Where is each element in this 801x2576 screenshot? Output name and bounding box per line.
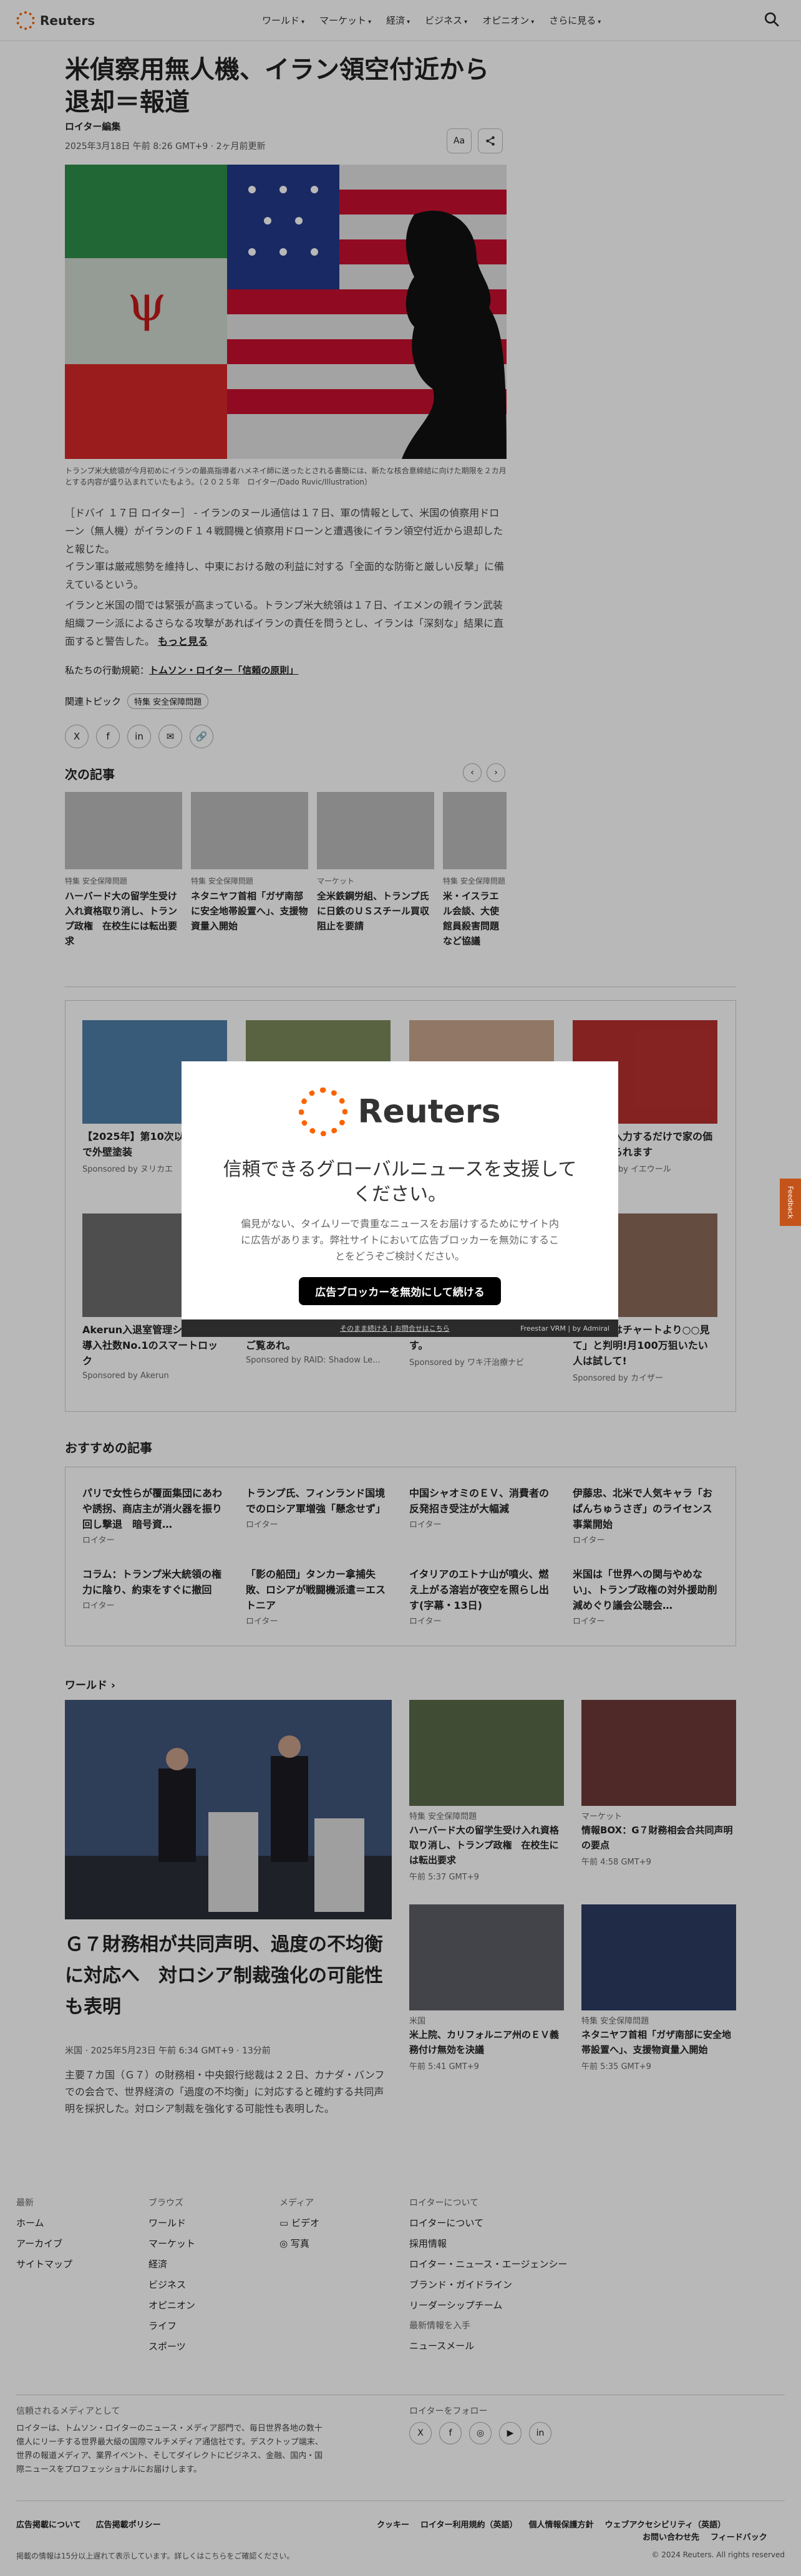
modal-footer: そのまま続ける | お問合せはこちら Freestar VRM | by Admi… bbox=[182, 1319, 618, 1337]
logo-icon bbox=[299, 1088, 348, 1136]
feedback-tab[interactable]: Feedback bbox=[780, 1179, 801, 1226]
continue-link[interactable]: そのまま続ける | お問合せはこちら bbox=[340, 1323, 450, 1333]
modal-heading: 信頼できるグローバルニュースを支援してください。 bbox=[223, 1159, 577, 1205]
modal-logo: Reuters bbox=[182, 1088, 618, 1136]
adblock-modal: Reuters 信頼できるグローバルニュースを支援してください。 偏見がない、タ… bbox=[182, 1061, 618, 1337]
modal-vendor: Freestar VRM | by Admiral bbox=[520, 1324, 609, 1333]
disable-adblocker-button[interactable]: 広告ブロッカーを無効にして続ける bbox=[299, 1277, 501, 1305]
modal-body: 偏見がない、タイムリーで貴重なニュースをお届けするためにサイト内に広告があります… bbox=[240, 1218, 560, 1262]
